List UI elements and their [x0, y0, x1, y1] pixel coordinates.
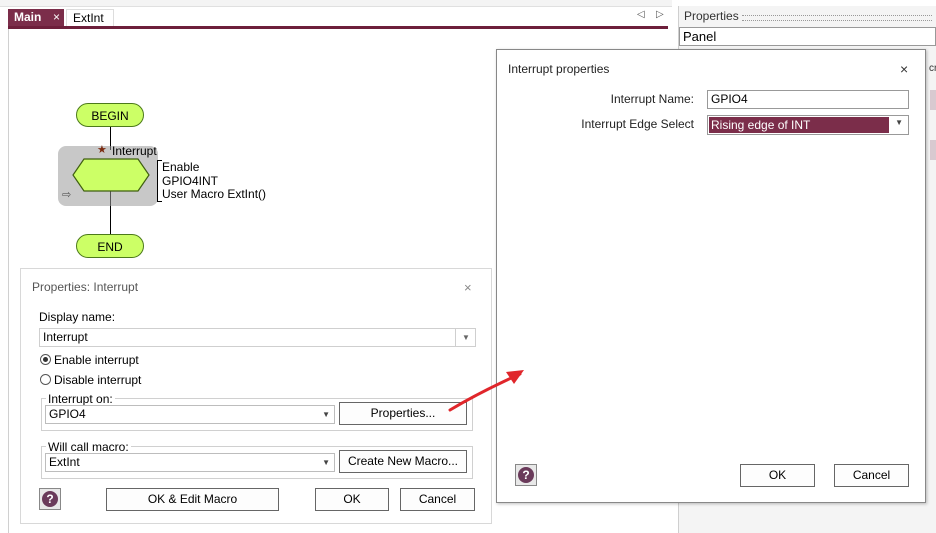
- will-call-macro-value: ExtInt: [49, 455, 80, 469]
- tab-main-label: Main: [14, 10, 42, 24]
- enable-interrupt-label[interactable]: Enable interrupt: [54, 353, 139, 367]
- interrupt-detail-line: User Macro ExtInt(): [162, 187, 267, 201]
- tab-close-icon[interactable]: ×: [53, 9, 60, 26]
- execution-pointer-icon: ⇨: [62, 189, 72, 201]
- tab-scroll-right-icon[interactable]: ▷: [656, 9, 664, 20]
- begin-terminal[interactable]: BEGIN: [76, 103, 144, 127]
- enable-interrupt-radio[interactable]: [40, 354, 51, 365]
- end-terminal[interactable]: END: [76, 234, 144, 258]
- dialog-title: Properties: Interrupt: [32, 280, 139, 294]
- annotation-arrow-icon: [448, 370, 524, 412]
- tab-extint[interactable]: ExtInt: [66, 9, 114, 26]
- ok-button[interactable]: OK: [315, 488, 389, 511]
- interrupt-details: Enable GPIO4INT User Macro ExtInt(): [162, 160, 267, 202]
- dock-section-header[interactable]: [930, 90, 936, 110]
- disable-interrupt-label[interactable]: Disable interrupt: [54, 373, 141, 387]
- help-icon: ?: [42, 491, 58, 507]
- ok-button[interactable]: OK: [740, 464, 815, 487]
- ok-edit-macro-button[interactable]: OK & Edit Macro: [106, 488, 279, 511]
- tab-scroll-left-icon[interactable]: ◁: [637, 9, 645, 20]
- interrupt-on-select[interactable]: GPIO4 ▼: [45, 405, 335, 424]
- tab-extint-label: ExtInt: [73, 11, 104, 25]
- dock-clipped-text: cr: [929, 63, 936, 74]
- display-name-input[interactable]: Interrupt: [39, 328, 476, 347]
- interrupt-detail-line: Enable: [162, 160, 200, 174]
- edge-select-value: Rising edge of INT: [709, 117, 889, 133]
- interrupt-name-label: Interrupt Name:: [610, 92, 694, 106]
- dialog-title: Interrupt properties: [508, 62, 610, 76]
- edge-select-label: Interrupt Edge Select: [581, 117, 694, 131]
- chevron-down-icon[interactable]: ▼: [455, 328, 476, 347]
- interrupt-icon-label: Interrupt: [112, 144, 157, 158]
- interrupt-on-label: Interrupt on:: [46, 392, 115, 406]
- panel-grip[interactable]: [742, 15, 932, 21]
- help-icon: ?: [518, 467, 534, 483]
- chevron-down-icon: ▼: [322, 410, 330, 419]
- properties-panel-title: Properties: [684, 9, 739, 23]
- close-icon[interactable]: ×: [900, 61, 908, 77]
- create-new-macro-button[interactable]: Create New Macro...: [339, 450, 467, 473]
- cancel-button[interactable]: Cancel: [834, 464, 909, 487]
- tab-main[interactable]: Main ×: [8, 9, 64, 26]
- will-call-macro-label: Will call macro:: [46, 440, 131, 454]
- chevron-down-icon: ▼: [322, 458, 330, 467]
- cancel-button[interactable]: Cancel: [400, 488, 475, 511]
- will-call-macro-select[interactable]: ExtInt ▼: [45, 453, 335, 472]
- edge-select-dropdown[interactable]: Rising edge of INT ▼: [707, 115, 909, 135]
- display-name-label: Display name:: [39, 310, 116, 324]
- dock-section-header[interactable]: [930, 140, 936, 160]
- properties-object-selector[interactable]: Panel: [679, 27, 936, 46]
- help-button[interactable]: ?: [515, 464, 537, 486]
- interrupt-detail-line: GPIO4INT: [162, 173, 219, 188]
- chevron-down-icon: ▼: [895, 118, 903, 127]
- close-icon[interactable]: ×: [464, 280, 472, 295]
- interrupt-on-value: GPIO4: [49, 407, 86, 421]
- disable-interrupt-radio[interactable]: [40, 374, 51, 385]
- tab-strip-top-border: [0, 0, 672, 7]
- interrupt-name-input[interactable]: GPIO4: [707, 90, 909, 109]
- interrupt-icon[interactable]: [72, 158, 150, 192]
- star-icon: ★: [97, 144, 107, 156]
- help-button[interactable]: ?: [39, 488, 61, 510]
